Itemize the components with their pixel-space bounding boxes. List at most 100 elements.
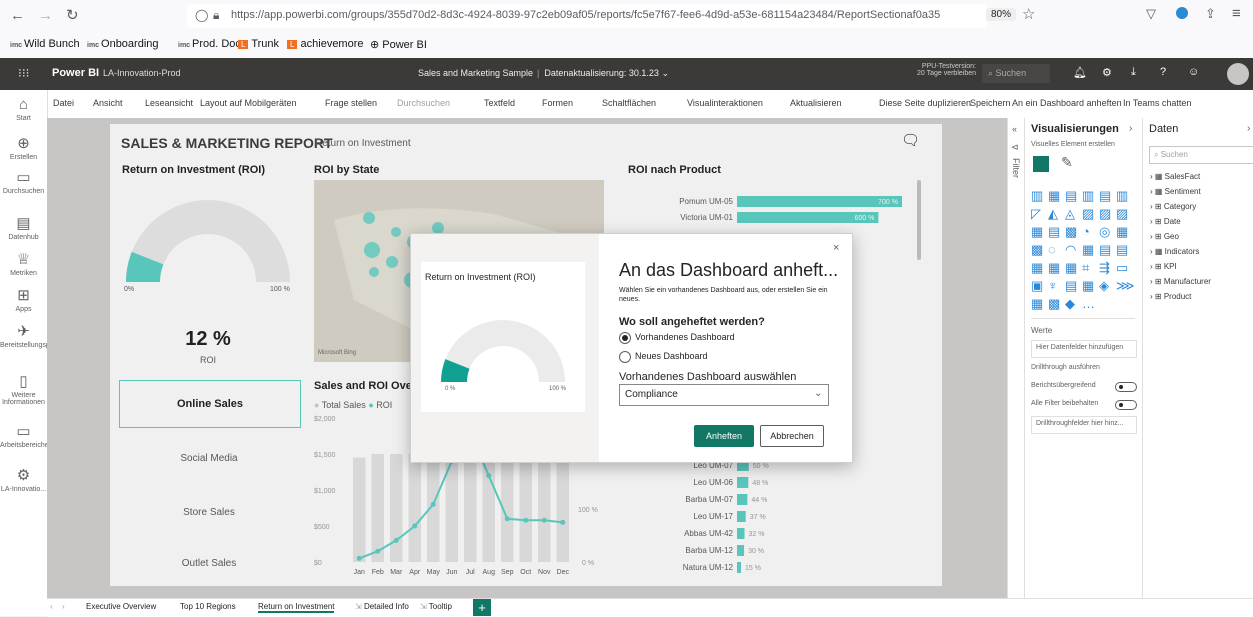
menu-icon[interactable]: ≡ (1232, 5, 1241, 22)
tab-detailed-info[interactable]: ⇲ Detailed Info (355, 602, 409, 611)
nav-current-workspace[interactable]: ⚙ LA-Innovatio... (0, 466, 47, 493)
bookmark-power-bi[interactable]: ⊕ Power BI (370, 38, 427, 51)
workspace-name[interactable]: LA-Innovation-Prod (103, 68, 181, 78)
new-dashboard-label[interactable]: Neues Dashboard (635, 351, 708, 361)
field-kpi[interactable]: › ⊞ KPI (1150, 262, 1177, 271)
radio-existing-dashboard[interactable] (619, 332, 631, 344)
visual-type-icon[interactable]: ▤ (1116, 242, 1128, 258)
url-text[interactable]: https://app.powerbi.com/groups/355d70d2-… (231, 9, 971, 21)
visual-type-icon[interactable]: ▤ (1065, 278, 1077, 294)
star-icon[interactable]: ☆ (1022, 5, 1035, 23)
cross-report-toggle[interactable] (1115, 382, 1137, 392)
cancel-button[interactable]: Abbrechen (760, 425, 824, 447)
visual-type-icon[interactable]: ▣ (1031, 278, 1043, 294)
keep-filters-toggle[interactable] (1115, 400, 1137, 410)
visual-type-icon[interactable]: … (1082, 296, 1095, 311)
values-well[interactable]: Hier Datenfelder hinzufügen (1031, 340, 1137, 358)
zoom-level[interactable]: 80% (986, 8, 1017, 21)
visual-type-icon[interactable]: ◸ (1031, 206, 1041, 222)
field-indicators[interactable]: › ▦ Indicators (1150, 247, 1199, 256)
ribbon-reading-view[interactable]: Leseansicht (145, 98, 193, 108)
visual-type-icon[interactable]: ♆ (1048, 278, 1058, 293)
pocket-icon[interactable]: ▽ (1146, 6, 1156, 22)
app-launcher-icon[interactable]: ⁝⁝⁝ (18, 66, 29, 80)
chevron-right-icon[interactable]: › (1129, 123, 1132, 134)
dashboard-select[interactable]: Compliance ⌄ (619, 384, 829, 406)
visual-type-icon[interactable]: ▦ (1031, 224, 1043, 240)
visual-type-icon[interactable]: ▨ (1116, 206, 1128, 222)
visual-type-icon[interactable]: ◈ (1099, 278, 1109, 294)
bookmark-onboarding[interactable]: imc Onboarding (87, 38, 159, 50)
visual-type-icon[interactable]: ▦ (1031, 260, 1043, 276)
visual-type-icon[interactable]: ⌗ (1082, 260, 1089, 276)
report-title[interactable]: Sales and Marketing Sample (418, 68, 533, 78)
field-product[interactable]: › ⊞ Product (1150, 292, 1191, 301)
visual-type-icon[interactable]: ▥ (1031, 188, 1043, 204)
field-manufacturer[interactable]: › ⊞ Manufacturer (1150, 277, 1211, 286)
trial-notice[interactable]: PPU-Testversion: 20 Tage verbleiben (880, 63, 976, 77)
visual-type-icon[interactable]: ▦ (1048, 260, 1060, 276)
nav-browse[interactable]: ▭ Durchsuchen (0, 168, 47, 195)
field-category[interactable]: › ⊞ Category (1150, 202, 1196, 211)
tab-top-10-regions[interactable]: Top 10 Regions (180, 602, 236, 611)
ribbon-ask-question[interactable]: Frage stellen (325, 98, 377, 108)
filter-label[interactable]: Filter (1011, 158, 1021, 178)
field-sentiment[interactable]: › ▦ Sentiment (1150, 187, 1201, 196)
tab-scroll-left-icon[interactable]: ‹ (50, 602, 53, 611)
visual-type-icon[interactable]: ▦ (1116, 224, 1128, 240)
visual-type-icon[interactable]: ▨ (1082, 206, 1094, 222)
close-icon[interactable]: × (833, 242, 839, 254)
tab-executive-overview[interactable]: Executive Overview (86, 602, 156, 611)
visual-type-icon[interactable]: ▦ (1082, 242, 1094, 258)
nav-pipelines[interactable]: ✈ Bereitstellungspipelines (0, 322, 74, 349)
visual-type-icon[interactable]: ▦ (1031, 296, 1043, 312)
share-icon[interactable]: ⇪ (1205, 6, 1216, 22)
help-icon[interactable]: ? (1160, 66, 1166, 78)
ribbon-file[interactable]: Datei (53, 98, 74, 108)
nav-create[interactable]: ⊕ Erstellen (0, 134, 47, 161)
bookmark-achievemore[interactable]: L achievemore (287, 38, 364, 50)
ribbon-teams-chat[interactable]: In Teams chatten (1123, 98, 1191, 108)
radio-new-dashboard[interactable] (619, 351, 631, 363)
add-page-button[interactable]: + (473, 599, 491, 616)
feedback-icon[interactable]: ☺ (1188, 66, 1199, 78)
visual-type-icon[interactable]: ◬ (1065, 206, 1075, 222)
brand-name[interactable]: Power BI (52, 67, 99, 79)
ribbon-textbox[interactable]: Textfeld (484, 98, 515, 108)
extension-icon[interactable] (1176, 7, 1188, 19)
nav-workspaces[interactable]: ▭ Arbeitsbereiche (0, 422, 49, 449)
field-salesfact[interactable]: › ▦ SalesFact (1150, 172, 1200, 181)
reload-icon[interactable]: ↻ (66, 6, 79, 24)
nav-apps[interactable]: ⊞ Apps (0, 286, 47, 313)
visual-type-icon[interactable]: ▩ (1031, 242, 1043, 258)
bookmark-prod-doc[interactable]: imc Prod. Doc. (178, 38, 244, 50)
collapse-icon[interactable]: « (1012, 124, 1017, 134)
refresh-date[interactable]: | Datenaktualisierung: 30.1.23 ⌄ (537, 68, 669, 79)
visual-type-icon[interactable]: ▦ (1065, 260, 1077, 276)
visual-type-icon[interactable]: ▦ (1082, 278, 1094, 294)
visual-type-icon[interactable]: ◠ (1065, 242, 1076, 258)
visual-type-icon[interactable]: ▥ (1082, 188, 1094, 204)
visual-type-icon[interactable]: ▨ (1099, 206, 1111, 222)
visual-type-icon[interactable]: ▤ (1099, 188, 1111, 204)
nav-learn[interactable]: ▯ Weitere Informationen (0, 372, 47, 406)
visual-type-icon[interactable]: ◔ (1082, 224, 1090, 239)
ribbon-buttons[interactable]: Schaltflächen (602, 98, 656, 108)
visual-type-icon[interactable]: ▥ (1116, 188, 1128, 204)
visual-type-icon[interactable]: ▩ (1048, 296, 1060, 312)
existing-dashboard-label[interactable]: Vorhandenes Dashboard (635, 332, 735, 342)
ribbon-pin-dashboard[interactable]: An ein Dashboard anheften (1012, 98, 1122, 108)
expand-icon[interactable]: › (1247, 123, 1250, 134)
bookmark-wild-bunch[interactable]: imc Wild Bunch (10, 38, 80, 50)
visual-type-icon[interactable]: ◎ (1099, 224, 1110, 240)
nav-home[interactable]: ⌂ Start (0, 96, 47, 122)
data-search-input[interactable]: ⌕ Suchen (1149, 146, 1253, 164)
address-bar[interactable]: ◯ 🔒︎ https://app.powerbi.com/groups/355d… (187, 4, 987, 28)
ribbon-duplicate-page[interactable]: Diese Seite duplizieren (879, 98, 971, 108)
format-visual-icon[interactable]: ✎ (1061, 154, 1073, 171)
tab-scroll-right-icon[interactable]: › (62, 602, 65, 611)
ribbon-view[interactable]: Ansicht (93, 98, 123, 108)
visual-type-icon[interactable]: ▤ (1099, 242, 1111, 258)
visual-type-icon[interactable]: ▤ (1065, 188, 1077, 204)
field-geo[interactable]: › ⊞ Geo (1150, 232, 1179, 241)
